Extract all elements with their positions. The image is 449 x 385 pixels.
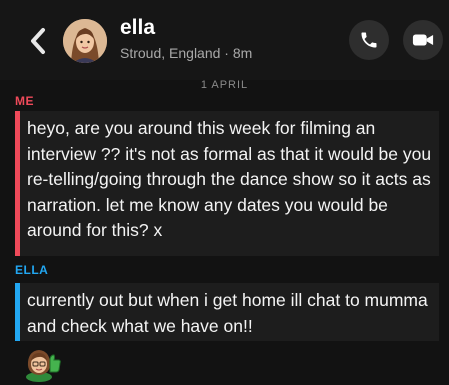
message-text: heyo, are you around this week for filmi… xyxy=(27,118,432,240)
video-camera-icon xyxy=(412,34,434,46)
voice-call-button[interactable] xyxy=(349,20,389,60)
message-text: currently out but when i get home ill ch… xyxy=(27,290,428,336)
avatar-bitmoji-icon xyxy=(63,19,107,63)
contact-name[interactable]: ella xyxy=(120,16,155,40)
phone-icon xyxy=(361,32,377,48)
chat-header: ella Stroud, England · 8m xyxy=(0,0,449,80)
message-bubble-me[interactable]: heyo, are you around this week for filmi… xyxy=(15,111,439,256)
sender-label-me: ME xyxy=(15,94,34,108)
message-bubble-ella[interactable]: currently out but when i get home ill ch… xyxy=(15,283,439,341)
thumbs-up-bitmoji-icon[interactable] xyxy=(24,346,62,382)
date-divider: 1 APRIL xyxy=(200,79,249,91)
back-chevron-icon[interactable] xyxy=(26,26,50,56)
contact-avatar[interactable] xyxy=(63,19,107,63)
sender-label-ella: ELLA xyxy=(15,263,49,277)
video-call-button[interactable] xyxy=(403,20,443,60)
contact-location-status: Stroud, England · 8m xyxy=(120,45,253,61)
